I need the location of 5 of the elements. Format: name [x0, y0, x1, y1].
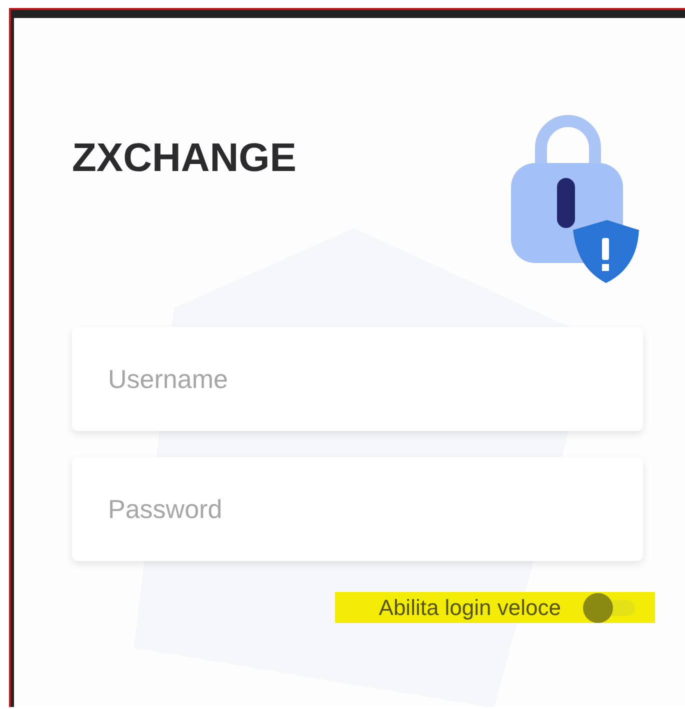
- app-title: ZXCHANGE: [72, 136, 296, 181]
- password-field[interactable]: Password: [72, 457, 643, 561]
- quick-login-toggle[interactable]: [583, 592, 635, 622]
- quick-login-label: Abilita login veloce: [378, 594, 561, 620]
- username-field[interactable]: Username: [72, 327, 643, 431]
